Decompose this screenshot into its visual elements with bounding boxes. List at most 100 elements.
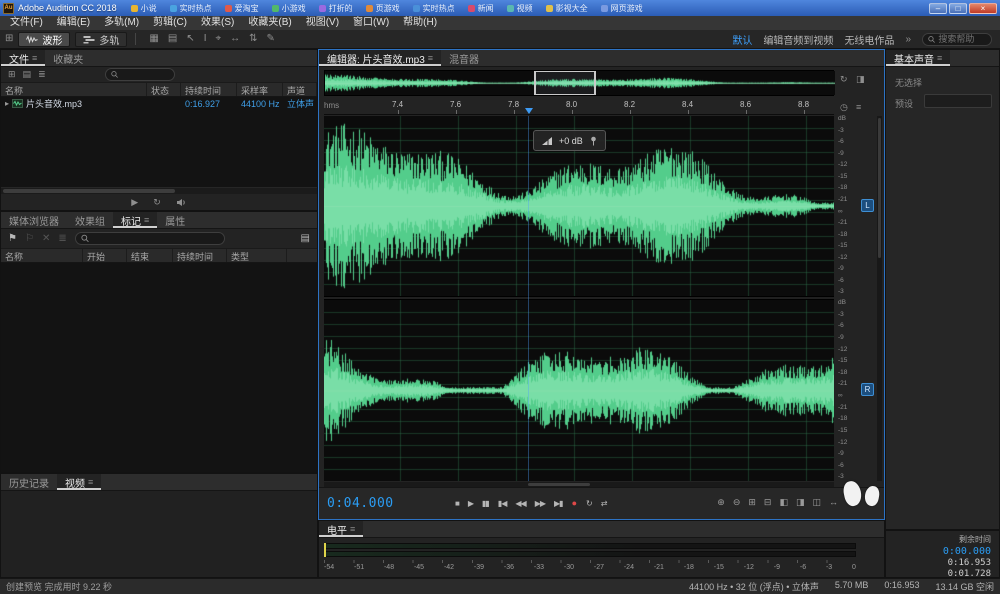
tab-effects-rack[interactable]: 效果组 <box>67 212 113 228</box>
markers-search[interactable] <box>75 232 225 245</box>
preview-loop-icon[interactable]: ↻ <box>153 198 161 207</box>
tab-video[interactable]: 视频 ≡ <box>57 474 101 490</box>
workspace-overflow-chevron[interactable]: » <box>905 34 911 45</box>
help-search[interactable] <box>922 33 992 46</box>
vertical-scrollbar[interactable] <box>877 116 882 481</box>
zoom-icon[interactable]: ⊞ <box>748 498 756 507</box>
workspace-edit-audio-to-video[interactable]: 编辑音频到视频 <box>763 32 833 47</box>
workspace-radio-production[interactable]: 无线电作品 <box>844 32 894 47</box>
panel-menu-icon[interactable]: ≡ <box>350 524 355 534</box>
zoom-icon[interactable]: ◨ <box>796 498 805 507</box>
shortcut-item[interactable]: 小说 <box>131 3 157 14</box>
shortcut-item[interactable]: 打折的 <box>319 3 353 14</box>
menu-item[interactable]: 剪辑(C) <box>146 16 194 30</box>
zoom-icon[interactable]: ⊟ <box>764 498 772 507</box>
left-channel-button[interactable]: L <box>861 199 874 212</box>
overview-loop-icon[interactable]: ↻ <box>840 75 848 84</box>
ruler-menu-icon[interactable]: ≡ <box>856 103 861 112</box>
panel-menu-icon[interactable]: ≡ <box>144 215 149 225</box>
time-format-icon[interactable]: ◷ <box>840 103 848 112</box>
tab-editor[interactable]: 编辑器: 片头音效.mp3 ≡ <box>319 50 441 66</box>
help-search-input[interactable] <box>938 34 986 44</box>
tab-media-browser[interactable]: 媒体浏览器 <box>1 212 67 228</box>
menu-item[interactable]: 编辑(E) <box>50 16 97 30</box>
merge-markers-icon[interactable]: ≣ <box>58 234 66 244</box>
tool-icon[interactable]: ⌖ <box>215 34 221 44</box>
import-file-icon[interactable]: ⊞ <box>8 70 16 79</box>
column-header[interactable]: 采样率 <box>237 83 283 96</box>
shortcut-item[interactable]: 小游戏 <box>272 3 306 14</box>
minimize-button[interactable]: – <box>929 3 947 14</box>
column-header[interactable]: 持续时间 <box>173 249 227 262</box>
column-header[interactable]: 名称 <box>1 83 147 96</box>
files-search[interactable] <box>105 68 175 81</box>
right-channel-waveform[interactable] <box>324 300 834 481</box>
shortcut-item[interactable]: 新闻 <box>468 3 494 14</box>
move-next-button[interactable]: ▶▮ <box>554 500 563 508</box>
shortcut-item[interactable]: 实时热点 <box>413 3 455 14</box>
markers-search-input[interactable] <box>92 234 219 244</box>
menu-item[interactable]: 视图(V) <box>299 16 346 30</box>
file-row[interactable]: ▸ 片头音效.mp3 0:16.927 44100 Hz 立体声 <box>1 97 317 110</box>
tab-properties[interactable]: 属性 <box>157 212 193 228</box>
timeline-ruler[interactable]: hms 7.47.67.88.08.28.48.68.8 <box>324 99 834 115</box>
workspace-default[interactable]: 默认 <box>732 32 752 47</box>
loop-playback-button[interactable]: ↻ <box>586 500 592 508</box>
overview-display-icon[interactable]: ◨ <box>856 75 865 84</box>
tool-icon[interactable]: ▤ <box>168 34 177 44</box>
workspace-grid-icon[interactable]: ⊞ <box>5 34 13 44</box>
hud-gain-value[interactable]: +0 dB <box>559 136 583 146</box>
shortcut-item[interactable]: 视频 <box>507 3 533 14</box>
tool-icon[interactable]: ⇅ <box>249 34 257 44</box>
zoom-icon[interactable]: ⊕ <box>717 498 725 507</box>
files-list[interactable]: ▸ 片头音效.mp3 0:16.927 44100 Hz 立体声 <box>1 97 317 187</box>
column-header[interactable]: 名称 <box>1 249 83 262</box>
view-range-box[interactable] <box>534 71 596 95</box>
menu-item[interactable]: 文件(F) <box>3 16 50 30</box>
tool-icon[interactable]: ↔ <box>230 34 240 44</box>
column-header[interactable]: 类型 <box>227 249 287 262</box>
shortcut-item[interactable]: 页游戏 <box>366 3 400 14</box>
expand-caret-icon[interactable]: ▸ <box>5 99 9 108</box>
delete-marker-icon[interactable]: ✕ <box>42 234 50 244</box>
file-list-options-icon[interactable]: ≣ <box>38 70 46 79</box>
menu-item[interactable]: 帮助(H) <box>396 16 444 30</box>
waveform-display[interactable]: +0 dB <box>324 116 834 481</box>
right-channel-button[interactable]: R <box>861 383 874 396</box>
rewind-button[interactable]: ◀◀ <box>515 500 525 508</box>
shortcut-item[interactable]: 实时热点 <box>170 3 212 14</box>
markers-list[interactable] <box>1 263 317 472</box>
hud-pin-icon[interactable] <box>589 136 598 146</box>
panel-menu-icon[interactable]: ≡ <box>428 53 433 63</box>
preview-volume-icon[interactable] <box>176 198 187 207</box>
tool-icon[interactable]: I <box>204 34 207 44</box>
tab-history[interactable]: 历史记录 <box>1 474 57 490</box>
menu-item[interactable]: 收藏夹(B) <box>241 16 298 30</box>
column-header[interactable]: 状态 <box>147 83 181 96</box>
shortcut-item[interactable]: 爱淘宝 <box>225 3 259 14</box>
zoom-icon[interactable]: ⊖ <box>733 498 741 507</box>
zoom-icon[interactable]: ◧ <box>779 498 788 507</box>
tab-files[interactable]: 文件 ≡ <box>1 50 45 66</box>
new-file-icon[interactable]: ▤ <box>23 70 32 79</box>
tab-essential-sound[interactable]: 基本声音 ≡ <box>886 50 950 66</box>
panel-menu-icon[interactable]: ≡ <box>32 53 37 63</box>
zoombar-thumb[interactable] <box>528 483 590 486</box>
move-previous-button[interactable]: ▮◀ <box>498 500 507 508</box>
playhead-marker[interactable] <box>525 108 533 114</box>
menu-item[interactable]: 多轨(M) <box>97 16 146 30</box>
column-header[interactable]: 持续时间 <box>181 83 237 96</box>
overview-strip[interactable] <box>324 70 834 96</box>
level-meters[interactable] <box>324 543 856 558</box>
panel-menu-icon[interactable]: ≡ <box>937 53 942 63</box>
tab-mixer[interactable]: 混音器 <box>441 50 487 66</box>
files-horizontal-scrollbar[interactable] <box>1 187 317 194</box>
skip-selection-button[interactable]: ⇄ <box>601 500 607 508</box>
column-header[interactable]: 结束 <box>127 249 173 262</box>
files-search-input[interactable] <box>121 70 169 80</box>
add-range-marker-icon[interactable]: ⚐ <box>25 234 34 244</box>
hud-gain-control[interactable]: +0 dB <box>533 130 606 151</box>
pause-button[interactable]: ▮▮ <box>482 500 489 508</box>
zoom-icon[interactable]: ↔ <box>829 498 838 507</box>
shortcut-item[interactable]: 网页游戏 <box>601 3 643 14</box>
